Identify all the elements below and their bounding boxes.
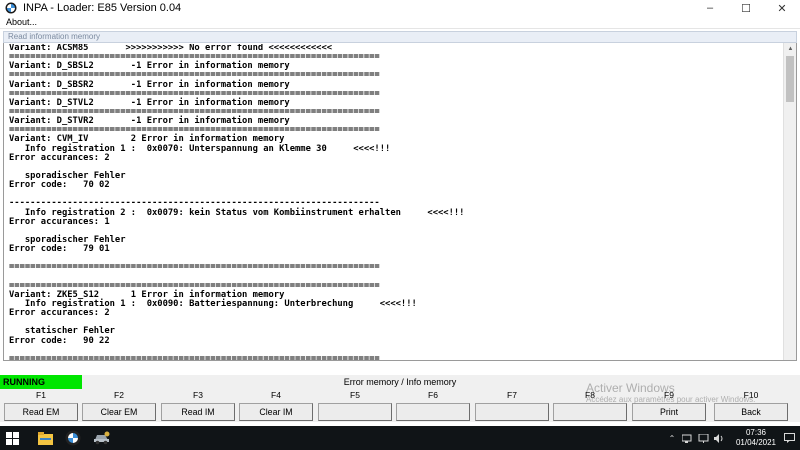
volume-icon[interactable] (714, 432, 726, 444)
status-title: Error memory / Info memory (343, 377, 457, 387)
fkey-f9: F9 Print (632, 389, 706, 422)
fkey-label: F7 (507, 390, 517, 400)
memory-line: sporadischer Fehler (9, 234, 126, 245)
panel-header: Read information memory (3, 31, 797, 43)
fkey-label: F2 (114, 390, 124, 400)
fkey-label: F8 (585, 390, 595, 400)
f7-button[interactable] (475, 403, 549, 421)
fkey-label: F3 (193, 390, 203, 400)
fkey-label: F9 (664, 390, 674, 400)
panel-title: Read information memory (8, 32, 101, 41)
f8-button[interactable] (553, 403, 627, 421)
fkey-f6: F6 (396, 389, 470, 422)
taskbar-clock[interactable]: 07:36 01/04/2021 (736, 428, 776, 448)
clear-im-button[interactable]: Clear IM (239, 403, 313, 421)
windows-start-icon[interactable] (4, 430, 20, 446)
fkey-f7: F7 (475, 389, 549, 422)
notification-icon[interactable] (782, 431, 796, 445)
scroll-up-arrow-icon[interactable]: ▲ (784, 43, 796, 55)
fkey-f2: F2 Clear EM (82, 389, 156, 422)
network-icon[interactable] (682, 432, 694, 444)
status-bar: RUNNING Error memory / Info memory (0, 375, 800, 389)
memory-line: Error code: 90 22 (9, 335, 110, 346)
memory-line: Info registration 1 : 0x0070: Unterspann… (9, 143, 391, 154)
clear-em-button[interactable]: Clear EM (82, 403, 156, 421)
taskbar: ⌃ 07:36 01/04/2021 (0, 426, 800, 450)
close-button[interactable]: ✕ (764, 0, 800, 16)
fkey-f5: F5 (318, 389, 392, 422)
memory-output-text: Variant: ACSM85 >>>>>>>>>>> No error fou… (9, 44, 779, 360)
function-key-bar: F1 Read EM F2 Clear EM F3 Read IM F4 Cle… (0, 389, 800, 422)
back-button[interactable]: Back (714, 403, 788, 421)
memory-output-view[interactable]: Variant: ACSM85 >>>>>>>>>>> No error fou… (3, 43, 797, 361)
bmw-logo-icon (5, 2, 17, 14)
chevron-up-icon[interactable]: ⌃ (666, 432, 678, 444)
f6-button[interactable] (396, 403, 470, 421)
title-bar: INPA - Loader: E85 Version 0.04 – ☐ ✕ (0, 0, 800, 16)
memory-line: Error code: 79 01 (9, 244, 110, 255)
fkey-f10: F10 Back (714, 389, 788, 422)
print-button[interactable]: Print (632, 403, 706, 421)
memory-line (9, 318, 779, 327)
window-title: INPA - Loader: E85 Version 0.04 (23, 2, 182, 14)
memory-line: Error code: 70 02 (9, 180, 110, 191)
memory-line: Error accurances: 2 (9, 308, 110, 319)
fkey-label: F4 (271, 390, 281, 400)
menu-about[interactable]: About... (6, 16, 37, 29)
car-diagnostic-icon[interactable] (92, 429, 110, 447)
memory-line: sporadischer Fehler (9, 170, 126, 181)
vertical-scrollbar[interactable]: ▲ (783, 43, 796, 360)
menu-bar: About... (0, 16, 800, 29)
memory-line: Info registration 2 : 0x0079: kein Statu… (9, 207, 465, 218)
maximize-button[interactable]: ☐ (728, 0, 764, 16)
read-em-button[interactable]: Read EM (4, 403, 78, 421)
memory-line: Error accurances: 1 (9, 216, 110, 227)
fkey-f3: F3 Read IM (161, 389, 235, 422)
minimize-button[interactable]: – (692, 0, 728, 16)
read-im-button[interactable]: Read IM (161, 403, 235, 421)
scroll-thumb[interactable] (786, 56, 794, 102)
status-running-badge: RUNNING (0, 375, 82, 389)
f5-button[interactable] (318, 403, 392, 421)
memory-line: ========================================… (9, 262, 380, 273)
file-explorer-icon[interactable] (36, 429, 54, 447)
fkey-f8: F8 (553, 389, 627, 422)
fkey-label: F5 (350, 390, 360, 400)
fkey-f4: F4 Clear IM (239, 389, 313, 422)
fkey-label: F6 (428, 390, 438, 400)
fkey-label: F1 (36, 390, 46, 400)
bmw-inpa-icon[interactable] (64, 429, 82, 447)
clock-date: 01/04/2021 (735, 438, 776, 447)
memory-line: Info registration 1 : 0x0090: Batteriesp… (9, 298, 417, 309)
system-tray: ⌃ 07:36 01/04/2021 (666, 426, 800, 450)
memory-line: Error accurances: 2 (9, 152, 110, 163)
memory-line: statischer Fehler (9, 326, 115, 337)
memory-line: ========================================… (9, 353, 380, 360)
ethernet-icon[interactable] (698, 432, 710, 444)
fkey-label: F10 (743, 390, 759, 400)
clock-time: 07:36 (745, 428, 766, 437)
fkey-f1: F1 Read EM (4, 389, 78, 422)
